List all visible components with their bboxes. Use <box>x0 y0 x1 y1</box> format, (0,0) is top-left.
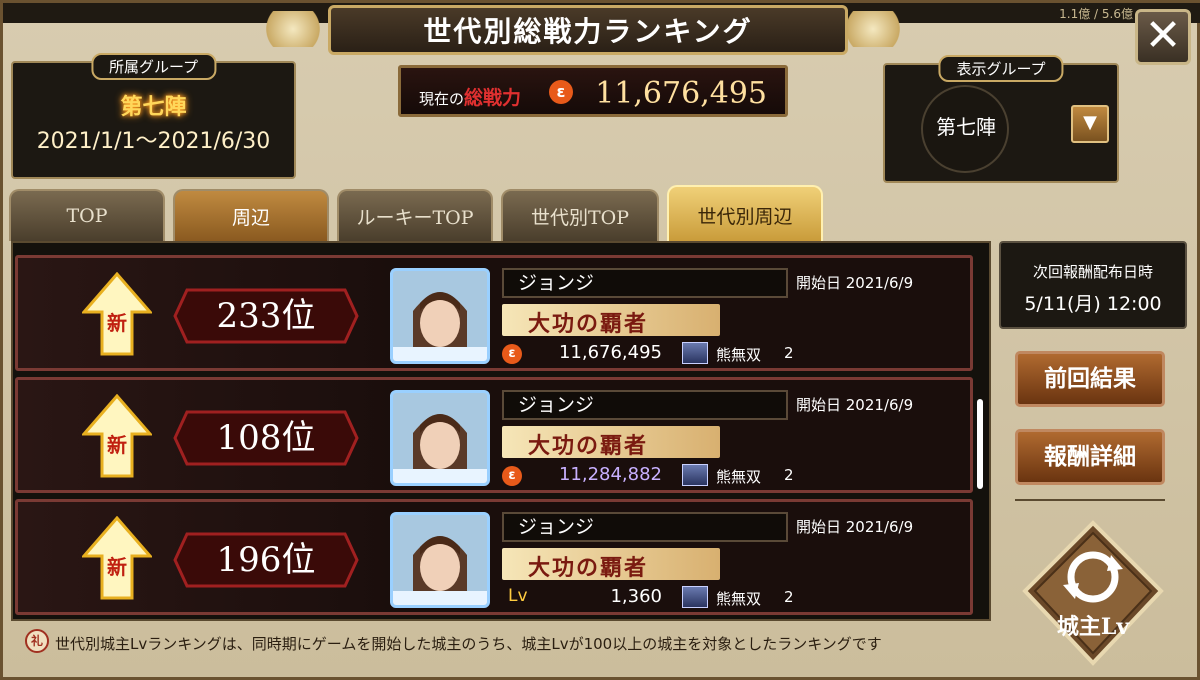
rank-value: 108位 <box>216 418 316 458</box>
tab-nearby[interactable]: 周辺 <box>173 189 329 241</box>
tab-generation-top[interactable]: 世代別TOP <box>501 189 659 241</box>
previous-results-button[interactable]: 前回結果 <box>1015 351 1165 407</box>
tab-rookie-top[interactable]: ルーキーTOP <box>337 189 493 241</box>
rank-value: 233位 <box>216 296 316 336</box>
close-button[interactable]: ✕ <box>1135 9 1191 65</box>
new-label: 新 <box>107 555 127 579</box>
reward-datetime: 5/11(月) 12:00 <box>1024 293 1162 315</box>
portrait-image <box>393 271 487 361</box>
card-name: 熊無双 <box>716 590 762 608</box>
card-count: 2 <box>784 466 794 484</box>
title-text: 大功の覇者 <box>528 311 649 337</box>
new-arrow-icon: 新 <box>82 394 152 478</box>
notice-icon: 礼 <box>25 629 49 653</box>
battle-power-icon: ɛ <box>549 80 573 104</box>
stat-value: 1,360 <box>610 586 662 607</box>
tab-generation-nearby[interactable]: 世代別周辺 <box>667 185 823 243</box>
start-date: 開始日 2021/6/9 <box>796 518 914 536</box>
portrait-image <box>393 393 487 483</box>
ranking-row[interactable]: 新 233位 ジョンジ 開始日 2021/6/9 大功の覇者 ɛ 11,676, <box>15 255 973 371</box>
battle-power-icon: ɛ <box>502 344 522 364</box>
card-name: 熊無双 <box>716 468 762 486</box>
new-label: 新 <box>107 433 127 457</box>
stat-value: 11,676,495 <box>558 342 662 363</box>
start-date: 開始日 2021/6/9 <box>796 274 914 292</box>
card-count: 2 <box>784 344 794 362</box>
top-meta: 1.1億 / 5.6億 <box>1059 7 1133 21</box>
lv-toggle-button[interactable] <box>1021 519 1165 667</box>
footer-text: 世代別城主Lvランキングは、同時期にゲームを開始した城主のうち、城主Lvが100… <box>55 635 882 653</box>
display-group-panel: 表示グループ 第七陣 ▼ <box>883 55 1119 183</box>
divider <box>1015 499 1165 501</box>
battle-power-icon: ɛ <box>502 466 522 486</box>
reward-label: 次回報酬配布日時 <box>1032 263 1153 281</box>
page-title: 世代別総戦力ランキング <box>328 5 848 55</box>
ranking-row[interactable]: 新 196位 ジョンジ 開始日 2021/6/9 大功の覇者 Lv 1,360 <box>15 499 973 615</box>
power-label: 現在の総戦力 <box>419 83 521 110</box>
avatar[interactable] <box>390 512 490 608</box>
ranking-list[interactable]: 新 233位 ジョンジ 開始日 2021/6/9 大功の覇者 ɛ 11,676, <box>11 241 991 621</box>
affiliation-label: 所属グループ <box>90 53 217 80</box>
lv-toggle-label[interactable]: 城主Lv <box>1021 609 1165 641</box>
tab-top[interactable]: TOP <box>9 189 165 241</box>
card-icon <box>682 342 708 364</box>
player-name: ジョンジ <box>502 268 788 298</box>
card-icon <box>682 464 708 486</box>
card-icon <box>682 586 708 608</box>
power-value: 11,676,495 <box>595 76 767 111</box>
new-arrow-icon: 新 <box>82 516 152 600</box>
portrait-image <box>393 515 487 605</box>
title-text: 大功の覇者 <box>528 555 649 581</box>
display-group-value: 第七陣 <box>936 115 996 139</box>
rank-value: 196位 <box>216 540 316 580</box>
affiliation-panel: 所属グループ 第七陣 2021/1/1〜2021/6/30 <box>11 53 296 179</box>
ranking-row[interactable]: 新 108位 ジョンジ 開始日 2021/6/9 大功の覇者 ɛ 11,284, <box>15 377 973 493</box>
card-count: 2 <box>784 588 794 606</box>
display-group-label: 表示グループ <box>938 55 1064 82</box>
power-label-prefix: 現在の <box>419 90 465 108</box>
stat-value: 11,284,882 <box>558 464 662 485</box>
title-text: 大功の覇者 <box>528 433 649 459</box>
avatar[interactable] <box>390 268 490 364</box>
affiliation-group: 第七陣 <box>120 95 187 120</box>
cloud-ornament-left <box>253 11 333 47</box>
new-label: 新 <box>107 311 127 335</box>
list-scrollbar[interactable] <box>977 399 983 489</box>
reward-schedule-box: 次回報酬配布日時 5/11(月) 12:00 <box>999 241 1187 329</box>
player-name: ジョンジ <box>502 390 788 420</box>
group-dropdown-button[interactable]: ▼ <box>1071 105 1109 143</box>
total-power-box: 現在の総戦力 ɛ 11,676,495 <box>398 65 788 117</box>
power-label-main: 総戦力 <box>464 87 522 109</box>
lv-label: Lv <box>508 586 528 606</box>
avatar[interactable] <box>390 390 490 486</box>
affiliation-period: 2021/1/1〜2021/6/30 <box>36 129 271 154</box>
ranking-window: 1.1億 / 5.6億 世代別総戦力ランキング ✕ 所属グループ 第七陣 202… <box>0 0 1200 680</box>
new-arrow-icon: 新 <box>82 272 152 356</box>
reward-details-button[interactable]: 報酬詳細 <box>1015 429 1165 485</box>
footer-note: 礼 世代別城主Lvランキングは、同時期にゲームを開始した城主のうち、城主Lvが1… <box>11 627 1011 659</box>
player-name: ジョンジ <box>502 512 788 542</box>
start-date: 開始日 2021/6/9 <box>796 396 914 414</box>
card-name: 熊無双 <box>716 346 762 364</box>
